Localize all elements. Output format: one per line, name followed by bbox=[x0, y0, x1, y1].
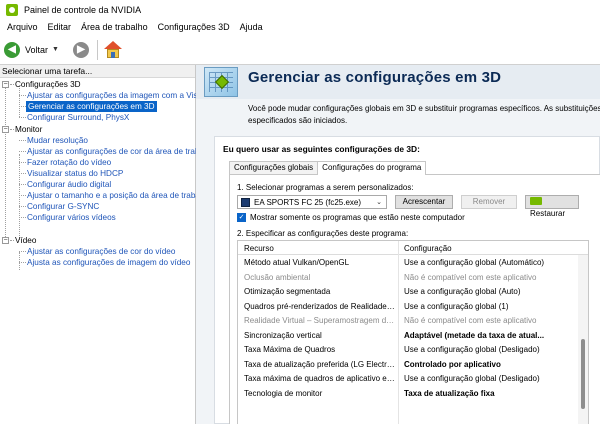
scrollbar-thumb[interactable] bbox=[581, 339, 585, 409]
table-scrollbar[interactable] bbox=[578, 255, 588, 424]
table-row[interactable]: Sincronização vertical Adaptável (metade … bbox=[238, 329, 578, 344]
page-title: Gerenciar as configurações em 3D bbox=[248, 69, 502, 86]
tree-item-ajustar-imagem-visualizacao[interactable]: Ajustar as configurações da imagem com a… bbox=[27, 90, 210, 101]
table-row[interactable]: Taxa máxima de quadros de aplicativo em … bbox=[238, 372, 578, 387]
remove-button[interactable]: Remover bbox=[461, 195, 517, 209]
step1-label: 1. Selecionar programas a serem personal… bbox=[237, 183, 414, 192]
tree-item-g-sync[interactable]: Configurar G-SYNC bbox=[27, 201, 99, 212]
tree-item-imagem-video[interactable]: Ajusta as configurações de imagem do víd… bbox=[27, 257, 190, 268]
menu-configuracoes-3d[interactable]: Configurações 3D bbox=[153, 22, 235, 32]
back-button-label[interactable]: Voltar bbox=[25, 45, 48, 55]
window-title: Painel de controle da NVIDIA bbox=[24, 4, 142, 15]
tab-configuracoes-programa[interactable]: Configurações do programa bbox=[317, 161, 427, 175]
3d-settings-icon bbox=[204, 67, 238, 97]
settings-panel: Eu quero usar as seguintes configurações… bbox=[214, 136, 600, 424]
setting-cell[interactable]: Não é compatível com este aplicativo bbox=[404, 273, 574, 282]
tree-category-monitor[interactable]: Monitor bbox=[15, 124, 42, 135]
tree-item-cor-video[interactable]: Ajustar as configurações de cor do vídeo bbox=[27, 246, 175, 257]
setting-cell[interactable]: Adaptável (metade da taxa de atual... bbox=[404, 331, 574, 340]
chevron-down-icon[interactable]: ⌄ bbox=[376, 198, 382, 206]
task-tree-pane: Selecionar uma tarefa... − Configurações… bbox=[0, 65, 210, 424]
feature-cell: Taxa máxima de quadros de aplicativo em … bbox=[244, 374, 396, 383]
tab-configuracoes-globais[interactable]: Configurações globais bbox=[229, 161, 319, 174]
column-header-recurso[interactable]: Recurso bbox=[244, 244, 274, 253]
home-icon[interactable] bbox=[103, 40, 122, 59]
setting-cell[interactable]: Controlado por aplicativo bbox=[404, 360, 574, 369]
menu-editar[interactable]: Editar bbox=[43, 22, 77, 32]
collapse-3d-icon[interactable]: − bbox=[2, 81, 9, 88]
tree-item-tamanho-posicao[interactable]: Ajustar o tamanho e a posição da área de… bbox=[27, 190, 206, 201]
back-arrow-icon[interactable]: ◀ bbox=[4, 41, 20, 58]
table-row[interactable]: Oclusão ambiental Não é compatível com es… bbox=[238, 271, 578, 286]
setting-cell[interactable]: Não é compatível com este aplicativo bbox=[404, 316, 574, 325]
feature-cell: Tecnologia de monitor bbox=[244, 388, 323, 398]
checkbox-label: Mostrar somente os programas que estão n… bbox=[250, 213, 465, 222]
tree-item-surround-physx[interactable]: Configurar Surround, PhysX bbox=[27, 112, 129, 123]
tree-category-3d[interactable]: Configurações 3D bbox=[15, 79, 81, 90]
table-row[interactable]: Taxa de atualização preferida (LG Electr… bbox=[238, 358, 578, 373]
tree-item-gerenciar-3d[interactable]: Gerenciar as configurações em 3D bbox=[26, 101, 157, 112]
add-button[interactable]: Acrescentar bbox=[395, 195, 453, 209]
setting-cell[interactable]: Use a configuração global (Desligado) bbox=[404, 374, 574, 383]
feature-cell: Taxa Máxima de Quadros bbox=[244, 345, 336, 354]
feature-cell: Método atual Vulkan/OpenGL bbox=[244, 258, 350, 267]
page-description: Você pode mudar configurações globais em… bbox=[248, 103, 600, 127]
program-select-value: EA SPORTS FC 25 (fc25.exe) bbox=[254, 197, 362, 207]
menu-bar: Arquivo Editar Área de trabalho Configur… bbox=[0, 19, 600, 35]
table-row[interactable]: Realidade Virtual – Superamostragem de t… bbox=[238, 314, 578, 329]
menu-arquivo[interactable]: Arquivo bbox=[2, 22, 43, 32]
description-line-1: Você pode mudar configurações globais em… bbox=[248, 104, 600, 113]
setting-cell[interactable]: Use a configuração global (Auto) bbox=[404, 287, 574, 296]
task-tree-header: Selecionar uma tarefa... bbox=[0, 65, 195, 78]
feature-cell: Otimização segmentada bbox=[244, 287, 331, 296]
tree-item-audio-digital[interactable]: Configurar áudio digital bbox=[27, 179, 111, 190]
toolbar-divider bbox=[96, 39, 98, 60]
toolbar: ◀ Voltar ▼ ▶ bbox=[0, 35, 600, 64]
table-row[interactable]: Otimização segmentada Use a configuração … bbox=[238, 285, 578, 300]
settings-table: Recurso Configuração Método atual Vulkan… bbox=[237, 240, 589, 424]
setting-cell[interactable]: Taxa de atualização fixa bbox=[404, 389, 574, 398]
column-header-configuracao[interactable]: Configuração bbox=[404, 244, 452, 253]
restore-button-label: Restaurar bbox=[530, 209, 566, 218]
tree-item-varios-videos[interactable]: Configurar vários vídeos bbox=[27, 212, 116, 223]
setting-cell[interactable]: Use a configuração global (1) bbox=[404, 302, 574, 311]
setting-cell[interactable]: Use a configuração global (Desligado) bbox=[404, 345, 574, 354]
title-bar: Painel de controle da NVIDIA bbox=[0, 0, 600, 19]
setting-cell[interactable]: Use a configuração global (Automático) bbox=[404, 258, 574, 267]
feature-cell: Sincronização vertical bbox=[244, 330, 322, 340]
table-row[interactable]: Quadros pré-renderizados de Realidade Vi… bbox=[238, 300, 578, 315]
checkbox-checked-icon[interactable]: ✓ bbox=[237, 213, 246, 222]
description-line-2: especificados são iniciados. bbox=[248, 116, 348, 125]
menu-ajuda[interactable]: Ajuda bbox=[235, 22, 268, 32]
game-icon bbox=[241, 197, 250, 207]
collapse-monitor-icon[interactable]: − bbox=[2, 126, 9, 133]
section-title: Eu quero usar as seguintes configurações… bbox=[223, 144, 420, 154]
page-banner: Gerenciar as configurações em 3D bbox=[196, 65, 600, 99]
step2-label: 2. Especificar as configurações deste pr… bbox=[237, 229, 409, 238]
tree-item-cor-area-trabalho[interactable]: Ajustar as configurações de cor da área … bbox=[27, 146, 206, 157]
show-installed-programs-checkbox[interactable]: ✓ Mostrar somente os programas que estão… bbox=[237, 213, 465, 222]
table-row[interactable]: Tecnologia de monitor Taxa de atualização… bbox=[238, 387, 578, 402]
menu-area-de-trabalho[interactable]: Área de trabalho bbox=[76, 22, 153, 32]
forward-arrow-icon[interactable]: ▶ bbox=[72, 41, 89, 58]
feature-cell: Quadros pré-renderizados de Realidade Vi… bbox=[244, 301, 396, 311]
nvidia-logo-icon bbox=[6, 3, 18, 16]
settings-tabs: Configurações globais Configurações do p… bbox=[229, 161, 427, 175]
nvidia-restore-icon bbox=[530, 197, 542, 205]
restore-button[interactable]: Restaurar bbox=[525, 195, 579, 218]
feature-cell: Realidade Virtual – Superamostragem de t… bbox=[244, 316, 396, 325]
tree-item-status-hdcp[interactable]: Visualizar status do HDCP bbox=[27, 168, 123, 179]
feature-cell: Oclusão ambiental bbox=[244, 272, 311, 282]
table-row[interactable]: Método atual Vulkan/OpenGL Use a configur… bbox=[238, 256, 578, 271]
feature-cell: Taxa de atualização preferida (LG Electr… bbox=[244, 359, 396, 369]
tree-item-mudar-resolucao[interactable]: Mudar resolução bbox=[27, 135, 88, 146]
tree-category-video[interactable]: Vídeo bbox=[15, 235, 36, 246]
table-header: Recurso Configuração bbox=[238, 241, 588, 255]
content-pane: Gerenciar as configurações em 3D Você po… bbox=[196, 65, 600, 424]
tree-item-rotacao-video[interactable]: Fazer rotação do vídeo bbox=[27, 157, 111, 168]
table-row[interactable]: Taxa Máxima de Quadros Use a configuração… bbox=[238, 343, 578, 358]
program-select[interactable]: EA SPORTS FC 25 (fc25.exe) ⌄ bbox=[237, 195, 387, 209]
collapse-video-icon[interactable]: − bbox=[2, 237, 9, 244]
back-dropdown-icon[interactable]: ▼ bbox=[52, 46, 59, 53]
